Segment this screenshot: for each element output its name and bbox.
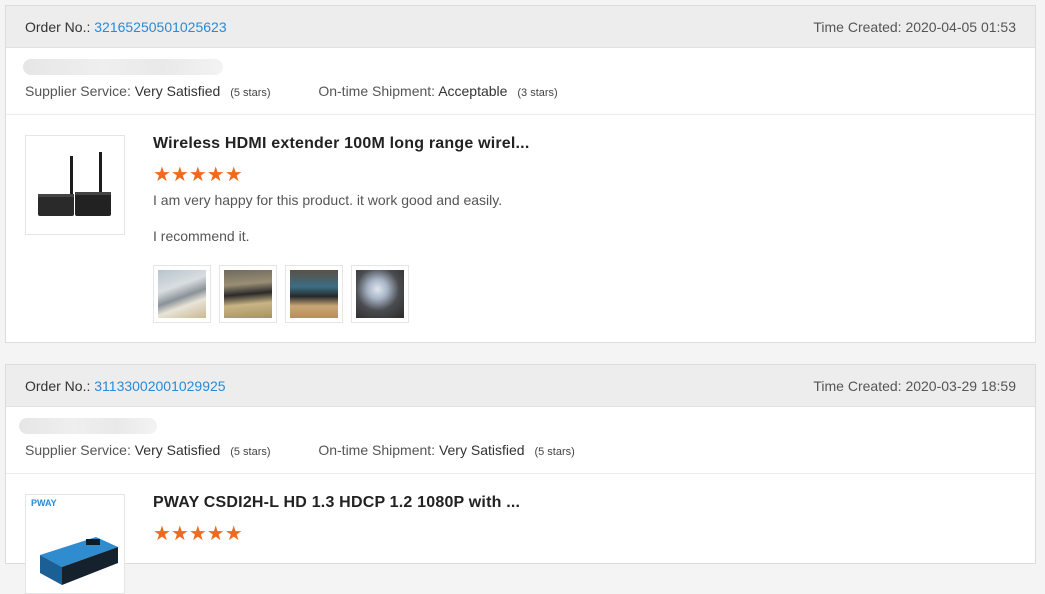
order-number-row: Order No.: 31133002001029925 [25, 378, 226, 394]
photo-icon [356, 270, 404, 318]
time-created-label: Time Created: [813, 378, 902, 394]
seller-ratings: Supplier Service: Very Satisfied (5 star… [25, 442, 575, 458]
shipment-label: On-time Shipment: [318, 442, 436, 458]
time-created-value: 2020-04-05 01:53 [905, 19, 1016, 35]
order-number-label: Order No.: [25, 378, 91, 394]
review-text-line: I am very happy for this product. it wor… [153, 192, 503, 208]
order-number-row: Order No.: 32165250501025623 [25, 19, 227, 35]
review-text-line: I recommend it. [153, 228, 250, 244]
shipment-value: Very Satisfied [438, 442, 525, 458]
supplier-service-label: Supplier Service: [25, 83, 131, 99]
shipment-label: On-time Shipment: [318, 83, 436, 99]
time-created: Time Created: 2020-03-29 18:59 [813, 378, 1016, 394]
buyer-name-redacted [23, 59, 223, 75]
photo-icon [158, 270, 206, 318]
review-photo[interactable] [219, 265, 277, 323]
divider [6, 114, 1035, 115]
product-thumbnail[interactable] [25, 135, 125, 235]
product-thumbnail[interactable]: PWAY [25, 494, 125, 594]
photo-icon [224, 270, 272, 318]
brand-logo: PWAY [31, 498, 57, 508]
review-photo[interactable] [153, 265, 211, 323]
order-number-label: Order No.: [25, 19, 91, 35]
time-created-label: Time Created: [813, 19, 902, 35]
order-header: Order No.: 32165250501025623 Time Create… [6, 6, 1035, 48]
supplier-service-label: Supplier Service: [25, 442, 131, 458]
supplier-service-stars: (5 stars) [230, 446, 271, 458]
supplier-service-value: Very Satisfied [134, 442, 221, 458]
product-title-link[interactable]: Wireless HDMI extender 100M long range w… [153, 135, 529, 153]
time-created: Time Created: 2020-04-05 01:53 [813, 19, 1016, 35]
hdmi-extender-icon [38, 152, 111, 216]
order-number-link[interactable]: 31133002001029925 [94, 378, 225, 394]
shipment-stars: (3 stars) [517, 87, 558, 99]
photo-icon [290, 270, 338, 318]
rating-stars: ★★★★★ [153, 164, 243, 186]
product-title-link[interactable]: PWAY CSDI2H-L HD 1.3 HDCP 1.2 1080P with… [153, 494, 520, 512]
shipment-stars: (5 stars) [534, 446, 575, 458]
time-created-value: 2020-03-29 18:59 [905, 378, 1016, 394]
divider [6, 473, 1035, 474]
supplier-service-value: Very Satisfied [134, 83, 221, 99]
rating-stars: ★★★★★ [153, 523, 243, 545]
order-card: Order No.: 32165250501025623 Time Create… [5, 5, 1036, 343]
order-header: Order No.: 31133002001029925 Time Create… [6, 365, 1035, 407]
review-photo[interactable] [285, 265, 343, 323]
supplier-service-stars: (5 stars) [230, 87, 271, 99]
hdmi-converter-icon [40, 537, 118, 585]
order-card: Order No.: 31133002001029925 Time Create… [5, 364, 1036, 594]
shipment-value: Acceptable [438, 83, 508, 99]
buyer-name-redacted [19, 418, 157, 434]
order-number-link[interactable]: 32165250501025623 [94, 19, 226, 35]
seller-ratings: Supplier Service: Very Satisfied (5 star… [25, 83, 558, 99]
review-photo[interactable] [351, 265, 409, 323]
